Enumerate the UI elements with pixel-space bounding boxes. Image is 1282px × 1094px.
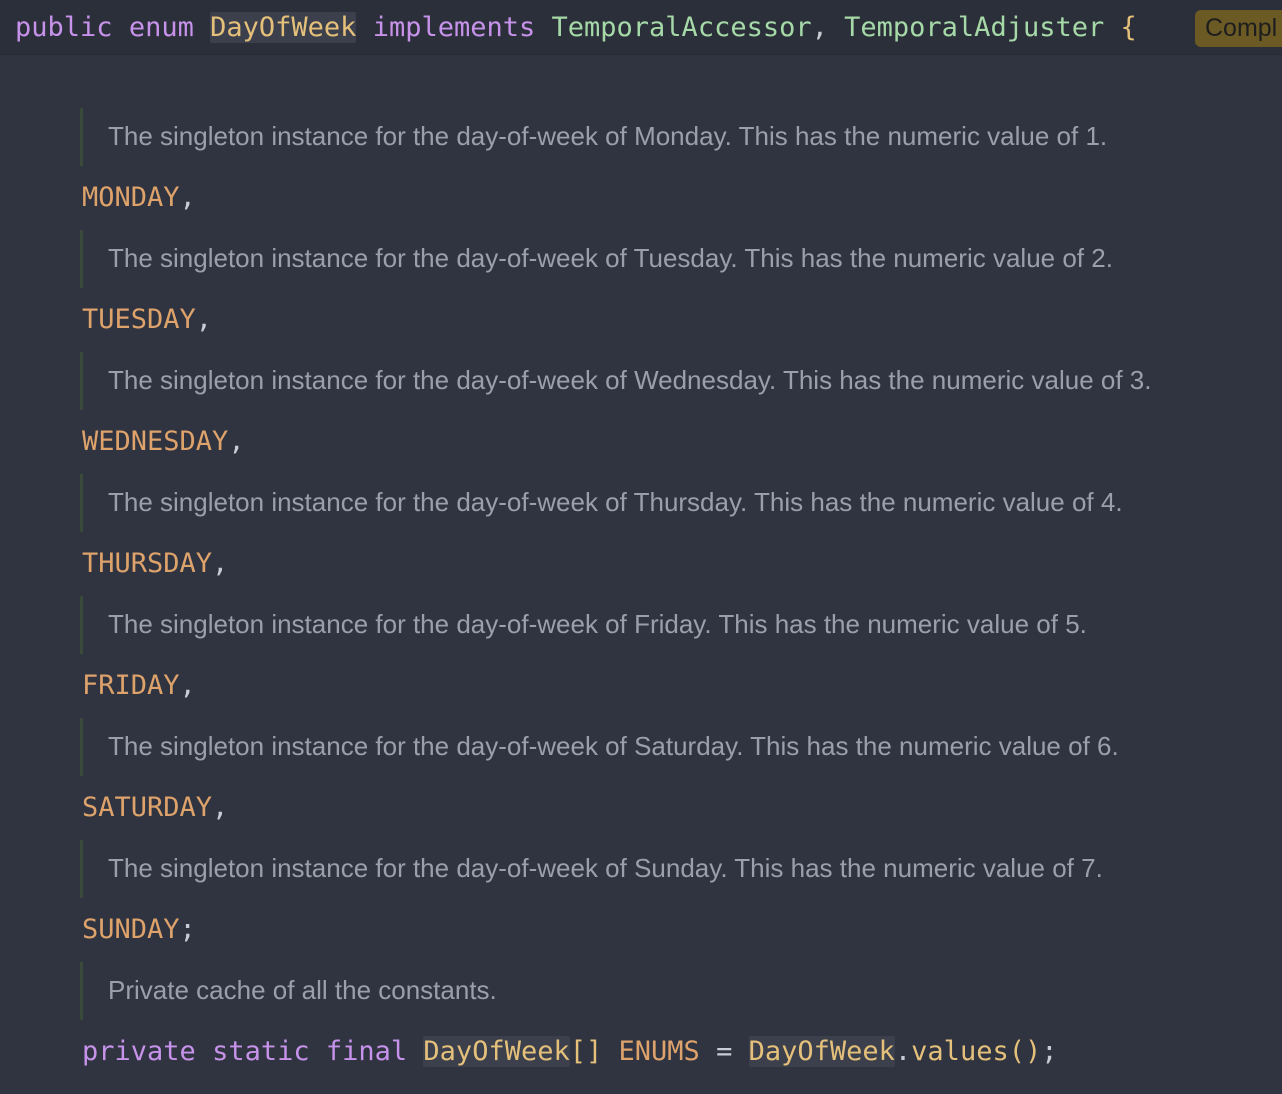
enum-constant-line[interactable]: FRIDAY, <box>82 668 196 704</box>
separator: , <box>212 548 229 579</box>
doc-comment: Private cache of all the constants. <box>80 962 1273 1020</box>
semicolon: ; <box>1041 1036 1058 1067</box>
doc-comment-text: The singleton instance for the day-of-we… <box>108 487 1123 517</box>
keyword-private: private <box>82 1036 196 1067</box>
doc-comment: The singleton instance for the day-of-we… <box>80 840 1273 898</box>
interface-temporal-accessor[interactable]: TemporalAccessor <box>552 12 812 43</box>
doc-comment-text: The singleton instance for the day-of-we… <box>108 365 1152 395</box>
enum-constant[interactable]: THURSDAY <box>82 548 212 579</box>
enum-constant-line[interactable]: SUNDAY; <box>82 912 196 948</box>
separator: ; <box>179 914 196 945</box>
comma: , <box>811 12 828 43</box>
keyword-enum: enum <box>128 12 194 43</box>
interface-temporal-adjuster[interactable]: TemporalAdjuster <box>844 12 1104 43</box>
field-name[interactable]: ENUMS <box>619 1036 700 1067</box>
open-brace: { <box>1120 12 1137 43</box>
keyword-public: public <box>15 12 113 43</box>
keyword-static: static <box>212 1036 310 1067</box>
separator: , <box>212 792 229 823</box>
enum-constant-line[interactable]: MONDAY, <box>82 180 196 216</box>
enum-constant-line[interactable]: THURSDAY, <box>82 546 228 582</box>
doc-comment-text: The singleton instance for the day-of-we… <box>108 853 1103 883</box>
keyword-implements: implements <box>372 12 536 43</box>
separator: , <box>179 182 196 213</box>
enum-constant-line[interactable]: SATURDAY, <box>82 790 228 826</box>
enum-constant[interactable]: SUNDAY <box>82 914 180 945</box>
class-declaration-line[interactable]: public enum DayOfWeek implements Tempora… <box>15 10 1137 46</box>
field-type[interactable]: DayOfWeek <box>423 1036 570 1067</box>
separator: , <box>179 670 196 701</box>
code-editor[interactable]: public enum DayOfWeek implements Tempora… <box>0 0 1282 1094</box>
doc-comment-text: The singleton instance for the day-of-we… <box>108 243 1113 273</box>
owner-type[interactable]: DayOfWeek <box>748 1036 895 1067</box>
completion-badge[interactable]: Compl <box>1195 10 1282 47</box>
dot: . <box>894 1036 912 1067</box>
doc-comment: The singleton instance for the day-of-we… <box>80 352 1273 410</box>
enum-constant[interactable]: FRIDAY <box>82 670 180 701</box>
doc-comment-text: Private cache of all the constants. <box>108 975 497 1005</box>
doc-comment: The singleton instance for the day-of-we… <box>80 474 1273 532</box>
keyword-final: final <box>325 1036 408 1067</box>
separator: , <box>195 304 213 335</box>
method-call[interactable]: values <box>911 1036 1009 1067</box>
separator: , <box>228 426 245 457</box>
doc-comment-text: The singleton instance for the day-of-we… <box>108 731 1119 761</box>
doc-comment-text: The singleton instance for the day-of-we… <box>108 609 1087 639</box>
doc-comment: The singleton instance for the day-of-we… <box>80 596 1273 654</box>
enum-constant-line[interactable]: WEDNESDAY, <box>82 424 245 460</box>
array-brackets: [] <box>569 1036 603 1067</box>
doc-comment: The singleton instance for the day-of-we… <box>80 718 1273 776</box>
enum-constant-line[interactable]: TUESDAY, <box>82 302 212 338</box>
doc-comment: The singleton instance for the day-of-we… <box>80 108 1273 166</box>
enum-constant[interactable]: MONDAY <box>82 182 180 213</box>
field-declaration-line[interactable]: private static final DayOfWeek[] ENUMS =… <box>82 1034 1058 1070</box>
doc-comment: The singleton instance for the day-of-we… <box>80 230 1273 288</box>
enum-constant[interactable]: WEDNESDAY <box>82 426 228 457</box>
assign-operator: = <box>716 1036 733 1067</box>
parentheses: () <box>1008 1036 1042 1067</box>
enum-constant[interactable]: TUESDAY <box>82 304 196 335</box>
class-name[interactable]: DayOfWeek <box>210 12 357 43</box>
doc-comment-text: The singleton instance for the day-of-we… <box>108 121 1108 151</box>
enum-constant[interactable]: SATURDAY <box>82 792 212 823</box>
